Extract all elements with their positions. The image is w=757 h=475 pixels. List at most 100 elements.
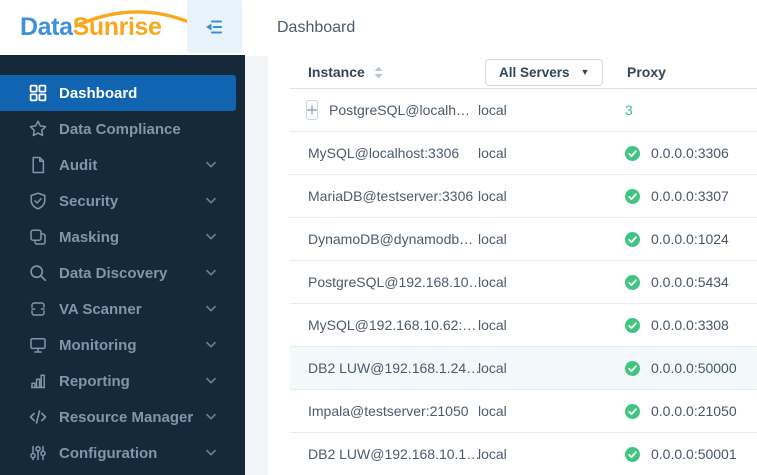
instance-name: MySQL@192.168.10.62:… — [308, 317, 477, 333]
sidebar-item-reporting[interactable]: Reporting — [0, 363, 245, 399]
sidebar-item-configuration[interactable]: Configuration — [0, 435, 245, 471]
chevron-down-icon — [206, 341, 216, 349]
chevron-down-icon — [206, 305, 216, 313]
page-title: Dashboard — [277, 19, 356, 36]
logo-text-data: Data — [20, 13, 73, 41]
sidebar-item-label: Security — [59, 192, 119, 210]
content-area: Instance All Servers ▼ Proxy PostgreSQL@… — [245, 56, 757, 475]
sidebar-item-monitoring[interactable]: Monitoring — [0, 327, 245, 363]
code-icon — [28, 407, 48, 427]
monitor-icon — [28, 335, 48, 355]
status-ok-icon — [625, 403, 640, 419]
server-filter-cell: All Servers ▼ — [470, 56, 617, 88]
app-window: DataSunrise Dashboard Data Compliance Audi… — [0, 0, 757, 475]
main-area: Dashboard Instance All Servers ▼ Proxy P… — [245, 0, 757, 475]
table-row[interactable]: DB2 LUW@192.168.1.24… local 0.0.0.0:50000 — [290, 347, 757, 390]
server-name: local — [478, 317, 507, 333]
sidebar-item-resource-manager[interactable]: Resource Manager — [0, 399, 245, 435]
sidebar-item-audit[interactable]: Audit — [0, 147, 245, 183]
chevron-down-icon — [206, 449, 216, 457]
collapse-sidebar-button[interactable] — [187, 0, 242, 53]
table-row[interactable]: MariaDB@testserver:3306 local 0.0.0.0:3307 — [290, 175, 757, 218]
proxy-address: 0.0.0.0:50001 — [651, 446, 737, 462]
status-ok-icon — [625, 274, 640, 290]
table-row[interactable]: PostgreSQL@192.168.10… local 0.0.0.0:5434 — [290, 261, 757, 304]
sidebar-item-label: Data Compliance — [59, 120, 181, 138]
server-name: local — [478, 231, 507, 247]
server-name: local — [478, 102, 507, 118]
status-ok-icon — [625, 188, 640, 204]
column-header-instance-label: Instance — [308, 64, 365, 80]
sort-icon[interactable] — [374, 66, 383, 80]
proxy-address: 0.0.0.0:3308 — [651, 317, 729, 333]
sidebar-item-security[interactable]: Security — [0, 183, 245, 219]
status-ok-icon — [625, 317, 640, 333]
table-row[interactable]: PostgreSQL@localh… local 3 — [290, 89, 757, 132]
proxy-address: 0.0.0.0:21050 — [651, 403, 737, 419]
proxy-header-cell: Proxy — [617, 56, 757, 88]
instance-name: Impala@testserver:21050 — [308, 403, 469, 419]
status-ok-icon — [625, 145, 640, 161]
instance-name: MariaDB@testserver:3306 — [308, 188, 474, 204]
sidebar-item-label: Dashboard — [59, 84, 138, 102]
dropdown-arrow-icon: ▼ — [580, 66, 590, 77]
column-header-instance[interactable]: Instance — [290, 64, 383, 80]
mask-icon — [28, 227, 48, 247]
server-name: local — [478, 446, 507, 462]
server-name: local — [478, 403, 507, 419]
sidebar-item-masking[interactable]: Masking — [0, 219, 245, 255]
sidebar: DataSunrise Dashboard Data Compliance Audi… — [0, 0, 245, 475]
chevron-down-icon — [206, 269, 216, 277]
table-row[interactable]: MySQL@192.168.10.62:… local 0.0.0.0:3308 — [290, 304, 757, 347]
document-icon — [28, 155, 48, 175]
proxy-address: 0.0.0.0:1024 — [651, 231, 729, 247]
instance-name: MySQL@localhost:3306 — [308, 145, 460, 161]
sidebar-item-label: Reporting — [59, 372, 130, 390]
collapse-sidebar-icon — [202, 14, 228, 40]
sidebar-item-va-scanner[interactable]: VA Scanner — [0, 291, 245, 327]
chevron-down-icon — [206, 197, 216, 205]
proxy-address: 0.0.0.0:5434 — [651, 274, 729, 290]
sidebar-item-data-compliance[interactable]: Data Compliance — [0, 111, 245, 147]
proxy-address: 0.0.0.0:50000 — [651, 360, 737, 376]
sidebar-item-label: Data Discovery — [59, 264, 168, 282]
server-name: local — [478, 145, 507, 161]
expand-row-button[interactable] — [306, 100, 318, 120]
chevron-down-icon — [206, 233, 216, 241]
sidebar-item-label: Monitoring — [59, 336, 137, 354]
app-logo[interactable]: DataSunrise — [20, 10, 191, 41]
table-row[interactable]: Impala@testserver:21050 local 0.0.0.0:2105… — [290, 390, 757, 433]
table-row[interactable]: DynamoDB@dynamodb… local 0.0.0.0:1024 — [290, 218, 757, 261]
table-header-row: Instance All Servers ▼ Proxy — [290, 56, 757, 89]
page-header: Dashboard — [245, 0, 757, 56]
status-ok-icon — [625, 446, 640, 462]
search-icon — [28, 263, 48, 283]
scanner-icon — [28, 299, 48, 319]
proxy-address: 0.0.0.0:3307 — [651, 188, 729, 204]
instance-name: DB2 LUW@192.168.1.24… — [308, 360, 481, 376]
sidebar-item-label: Configuration — [59, 444, 158, 462]
column-header-proxy: Proxy — [627, 64, 666, 80]
proxy-count-link[interactable]: 3 — [625, 102, 633, 118]
grid-icon — [28, 83, 48, 103]
chevron-down-icon — [206, 161, 216, 169]
proxy-address: 0.0.0.0:3306 — [651, 145, 729, 161]
chart-icon — [28, 371, 48, 391]
shield-icon — [28, 191, 48, 211]
instance-header-cell: Instance — [290, 56, 470, 88]
server-name: local — [478, 360, 507, 376]
server-filter-label: All Servers — [499, 64, 570, 80]
chevron-down-icon — [206, 377, 216, 385]
status-ok-icon — [625, 231, 640, 247]
sidebar-item-data-discovery[interactable]: Data Discovery — [0, 255, 245, 291]
table-row[interactable]: DB2 LUW@192.168.10.1… local 0.0.0.0:50001 — [290, 433, 757, 475]
table-row[interactable]: MySQL@localhost:3306 local 0.0.0.0:3306 — [290, 132, 757, 175]
logo-bar: DataSunrise — [0, 0, 245, 55]
instances-table: Instance All Servers ▼ Proxy PostgreSQL@… — [268, 56, 757, 475]
instance-name: PostgreSQL@localh… — [329, 102, 471, 118]
instance-name: DB2 LUW@192.168.10.1… — [308, 446, 481, 462]
sidebar-item-label: Masking — [59, 228, 120, 246]
sidebar-item-dashboard[interactable]: Dashboard — [0, 75, 236, 111]
sidebar-item-label: VA Scanner — [59, 300, 142, 318]
server-filter-dropdown[interactable]: All Servers ▼ — [485, 58, 604, 86]
